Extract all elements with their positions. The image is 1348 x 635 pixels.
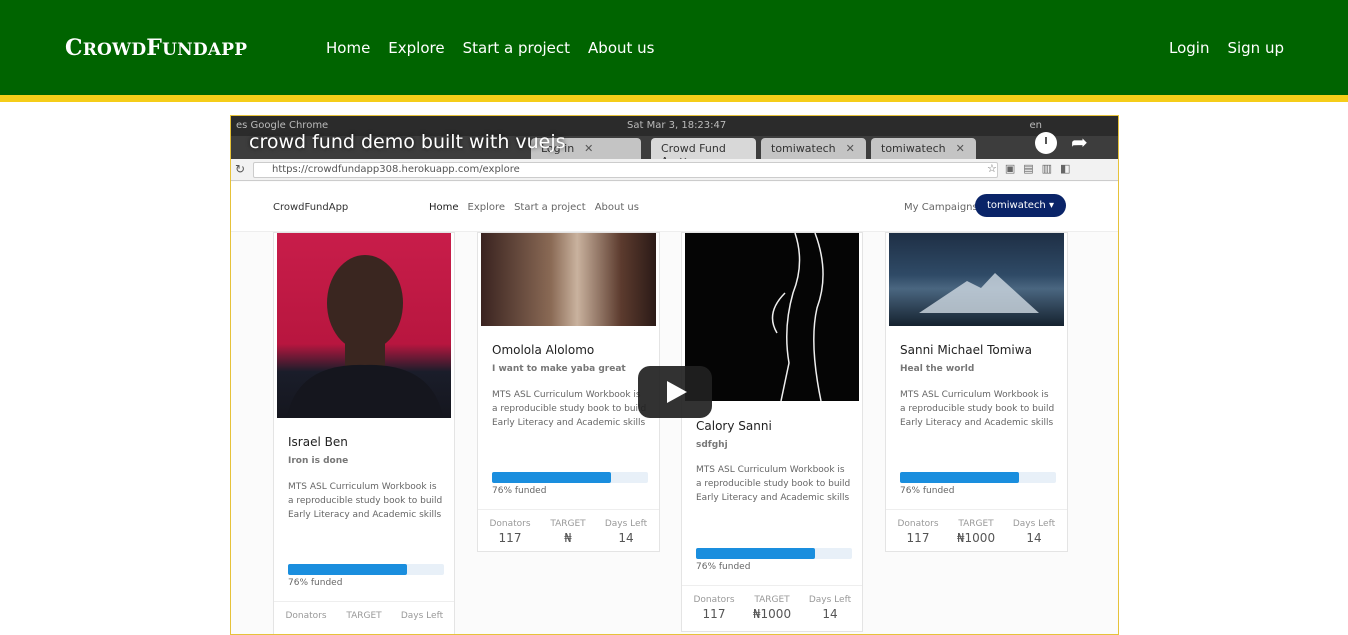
funding-progress-fill [696, 548, 815, 559]
stat-days-left: Days Left 14 [604, 519, 648, 545]
watch-later-icon[interactable] [1035, 132, 1057, 154]
campaign-creator: Sanni Michael Tomiwa [900, 343, 1032, 357]
campaign-tagline: Heal the world [900, 364, 975, 374]
campaign-creator: Calory Sanni [696, 419, 772, 433]
os-app-label: es Google Chrome [236, 120, 329, 131]
main-nav: Home Explore Start a project About us [326, 39, 654, 57]
campaign-description: MTS ASL Curriculum Workbook is a reprodu… [288, 482, 443, 520]
stat-donators: Donators 117 [693, 595, 735, 621]
os-lang: en [1029, 120, 1043, 131]
browser-address-bar: ↻ https://crowdfundapp308.herokuapp.com/… [231, 159, 1118, 181]
campaign-image [481, 233, 656, 326]
reload-icon[interactable]: ↻ [235, 162, 245, 176]
nav-explore-link[interactable]: Explore [388, 39, 444, 57]
nav-start-project-link[interactable]: Start a project [463, 39, 570, 57]
inner-user-menu: tomiwatech ▾ [975, 194, 1066, 217]
header-stripe [0, 95, 1348, 102]
inner-nav-links: Home Explore Start a project About us [429, 202, 639, 213]
campaign-stats: Donators 117 TARGET ₦1000 Days Left 14 [682, 585, 862, 633]
campaign-tagline: sdfghj [696, 440, 728, 450]
funding-progress-bar [492, 472, 648, 483]
campaign-card: Calory Sanni sdfghj MTS ASL Curriculum W… [681, 232, 863, 632]
campaign-card: Omolola Alolomo I want to make yaba grea… [477, 232, 660, 552]
campaign-description: MTS ASL Curriculum Workbook is a reprodu… [900, 390, 1055, 428]
nav-home-link[interactable]: Home [326, 39, 370, 57]
stat-donators: Donators 117 [897, 519, 939, 545]
inner-nav-about: About us [594, 202, 639, 213]
stat-days-left: Days Left 14 [808, 595, 852, 621]
stat-target: TARGET ₦1000 [752, 595, 792, 621]
campaign-image [277, 233, 451, 418]
campaign-image [889, 233, 1064, 326]
extension-icons[interactable]: ☆▣▤▥◧ [987, 162, 1078, 175]
browser-tab[interactable]: tomiwatech ✕ [761, 138, 866, 159]
url-field[interactable]: https://crowdfundapp308.herokuapp.com/ex… [253, 162, 998, 178]
funded-label: 76% funded [492, 486, 547, 496]
funding-progress-fill [288, 564, 407, 575]
stat-target: TARGET ₦ [550, 519, 586, 545]
funding-progress-bar [288, 564, 444, 575]
funded-label: 76% funded [288, 578, 343, 588]
campaign-creator: Omolola Alolomo [492, 343, 595, 357]
os-clock: Sat Mar 3, 18:23:47 [627, 120, 727, 131]
stat-days-left: Days Left 14 [1012, 519, 1056, 545]
funding-progress-fill [900, 472, 1019, 483]
funding-progress-bar [696, 548, 852, 559]
auth-nav: Login Sign up [1169, 39, 1284, 57]
signup-link[interactable]: Sign up [1227, 39, 1284, 57]
funded-label: 76% funded [696, 562, 751, 572]
inner-brand: CrowdFundApp [273, 202, 349, 213]
funding-progress-fill [492, 472, 611, 483]
browser-tab-active[interactable]: Crowd Fund A✕ [651, 138, 756, 168]
mountain-illustration [919, 273, 1039, 313]
inner-nav-home: Home [429, 202, 459, 213]
inner-my-campaigns: My Campaigns [904, 202, 978, 213]
inner-nav-start: Start a project [514, 202, 586, 213]
funding-progress-bar [900, 472, 1056, 483]
share-icon[interactable]: ➦ [1071, 130, 1088, 154]
campaign-card: Sanni Michael Tomiwa Heal the world MTS … [885, 232, 1068, 552]
brand-logo[interactable]: CROWDFUNDAPP [65, 35, 247, 61]
campaign-creator: Israel Ben [288, 435, 348, 449]
stat-donators: Donators 117 [489, 519, 531, 545]
login-link[interactable]: Login [1169, 39, 1209, 57]
campaign-tagline: Iron is done [288, 456, 349, 466]
stat-donators: Donators [285, 611, 327, 621]
campaign-description: MTS ASL Curriculum Workbook is a reprodu… [492, 390, 647, 428]
campaign-stats: Donators 117 TARGET ₦ Days Left 14 [478, 509, 659, 553]
top-navbar: CROWDFUNDAPP Home Explore Start a projec… [0, 0, 1348, 95]
browser-tab[interactable]: tomiwatech ✕ [871, 138, 976, 159]
play-button[interactable] [638, 366, 712, 418]
campaign-stats: Donators TARGET Days Left [274, 601, 454, 634]
video-embed[interactable]: es Google Chrome Sat Mar 3, 18:23:47 en … [230, 115, 1119, 635]
campaign-tagline: I want to make yaba great [492, 364, 626, 374]
inner-nav-explore: Explore [467, 202, 506, 213]
campaign-description: MTS ASL Curriculum Workbook is a reprodu… [696, 465, 851, 503]
campaign-stats: Donators 117 TARGET ₦1000 Days Left 14 [886, 509, 1067, 553]
portrait-illustration [287, 255, 443, 418]
stat-target: TARGET ₦1000 [956, 519, 996, 545]
campaign-card: Israel Ben Iron is done MTS ASL Curricul… [273, 232, 455, 634]
stat-target: TARGET [346, 611, 382, 621]
funded-label: 76% funded [900, 486, 955, 496]
stat-days-left: Days Left [400, 611, 444, 621]
nav-about-link[interactable]: About us [588, 39, 654, 57]
inner-app-navbar: CrowdFundApp Home Explore Start a projec… [231, 182, 1118, 232]
video-title[interactable]: crowd fund demo built with vuejs [249, 131, 566, 153]
